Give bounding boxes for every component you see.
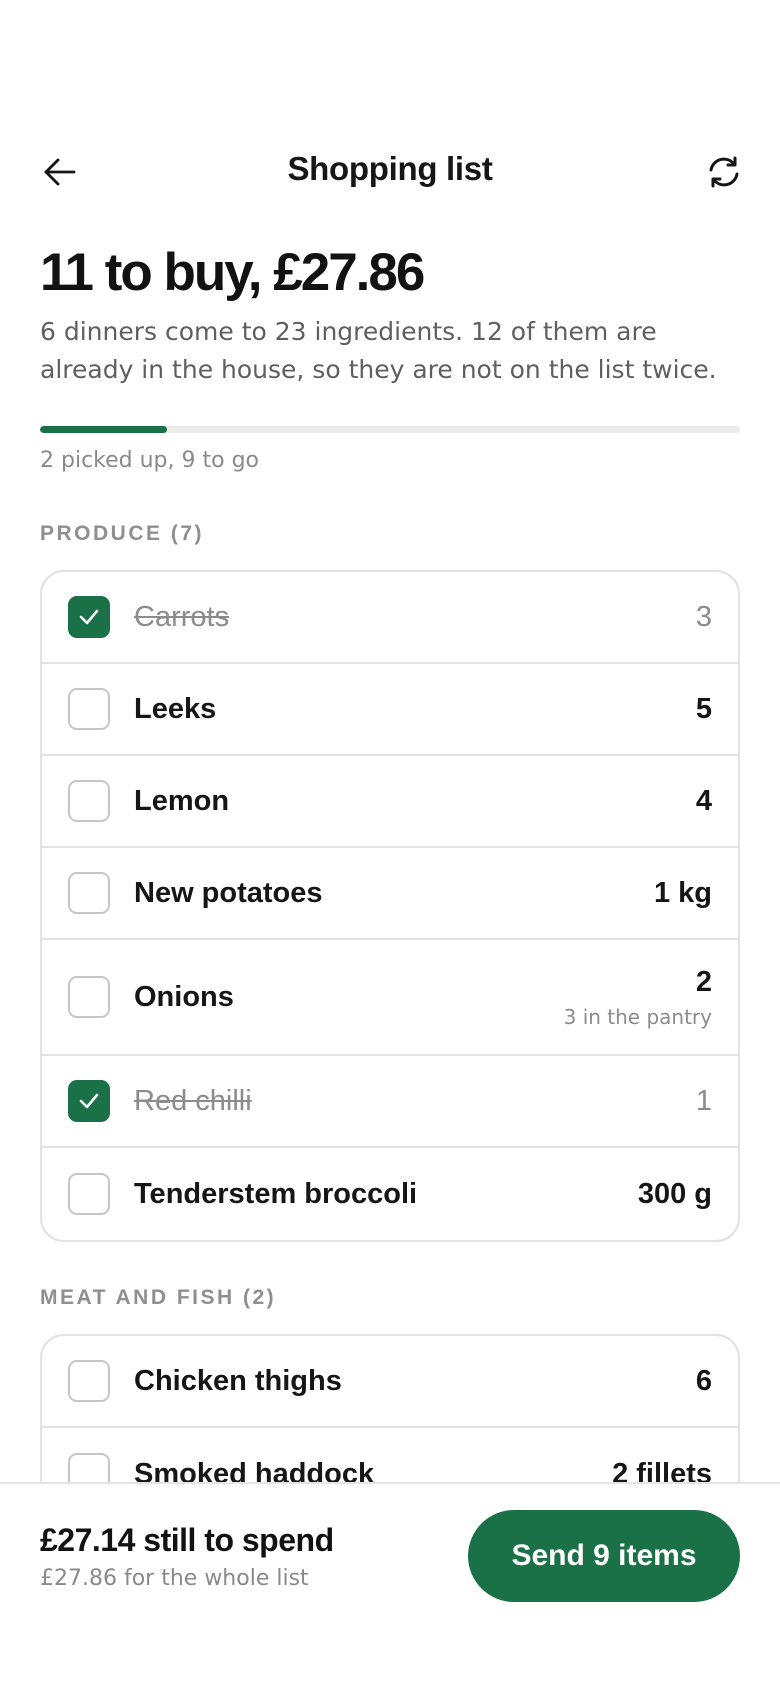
refresh-button[interactable] [698,146,750,198]
refresh-icon [709,156,739,188]
item-checkbox[interactable] [68,1080,110,1122]
item-name: Tenderstem broccoli [134,1177,418,1210]
remaining-total: £27.14 still to spend [40,1522,334,1558]
item-quantity-wrap: 6 [696,1365,712,1398]
item-quantity-wrap: 300 g [638,1178,712,1211]
item-quantity-wrap: 2 3 in the pantry [564,966,712,1029]
item-name: New potatoes [134,876,323,909]
item-quantity: 4 [695,784,712,817]
check-icon [79,1093,99,1109]
section-label-meat-and-fish: MEAT AND FISH (2) [40,1286,277,1309]
list-item[interactable]: Carrots 3 [42,572,738,664]
shopping-list-screen: Shopping list 11 to buy, £27.86 6 dinner… [0,0,780,1688]
item-quantity-wrap: 5 [696,693,712,726]
top-bar: Shopping list [0,136,780,204]
item-checkbox[interactable] [68,1173,110,1215]
list-item[interactable]: Leeks 5 [42,664,738,756]
item-quantity: 6 [695,1364,712,1397]
whole-list-total: £27.86 for the whole list [40,1566,309,1591]
progress-bar-fill [40,426,168,433]
item-quantity-wrap: 4 [696,785,712,818]
section-label-produce: PRODUCE (7) [40,522,205,545]
item-quantity-wrap: 1 [696,1085,712,1118]
item-checkbox[interactable] [68,872,110,914]
check-icon [79,609,99,625]
item-name: Red chilli [134,1084,252,1117]
item-quantity: 1 kg [653,876,712,909]
list-item[interactable]: Tenderstem broccoli 300 g [42,1148,738,1240]
produce-list: Carrots 3 Leeks 5 Lemon 4 New potatoes 1… [40,570,740,1242]
item-quantity-wrap: 1 kg [654,877,712,910]
item-name: Leeks [134,692,217,725]
item-name: Onions [134,980,234,1013]
item-checkbox[interactable] [68,688,110,730]
item-quantity: 1 [695,1084,712,1117]
item-quantity: 2 [695,965,712,998]
item-quantity: 5 [695,692,712,725]
item-quantity: 300 g [637,1177,712,1210]
item-quantity: 3 [695,600,712,633]
list-item[interactable]: Chicken thighs 6 [42,1336,738,1428]
checkout-bar: £27.14 still to spend £27.86 for the who… [0,1482,780,1688]
pantry-note: 3 in the pantry [563,1004,712,1029]
progress-bar [40,426,740,433]
page-title: Shopping list [287,150,493,187]
item-quantity-wrap: 3 [696,601,712,634]
item-name: Lemon [134,784,230,817]
item-name: Chicken thighs [134,1364,342,1397]
list-item[interactable]: Lemon 4 [42,756,738,848]
list-item[interactable]: Red chilli 1 [42,1056,738,1148]
progress-label: 2 picked up, 9 to go [40,448,260,473]
item-checkbox[interactable] [68,976,110,1018]
item-checkbox[interactable] [68,780,110,822]
send-items-button[interactable]: Send 9 items [468,1510,740,1602]
item-checkbox[interactable] [68,596,110,638]
item-checkbox[interactable] [68,1360,110,1402]
summary-description: 6 dinners come to 23 ingredients. 12 of … [40,317,717,384]
summary-heading: 11 to buy, £27.86 [40,243,425,302]
item-name: Carrots [134,600,230,633]
list-item[interactable]: Onions 2 3 in the pantry [42,940,738,1056]
list-item[interactable]: New potatoes 1 kg [42,848,738,940]
